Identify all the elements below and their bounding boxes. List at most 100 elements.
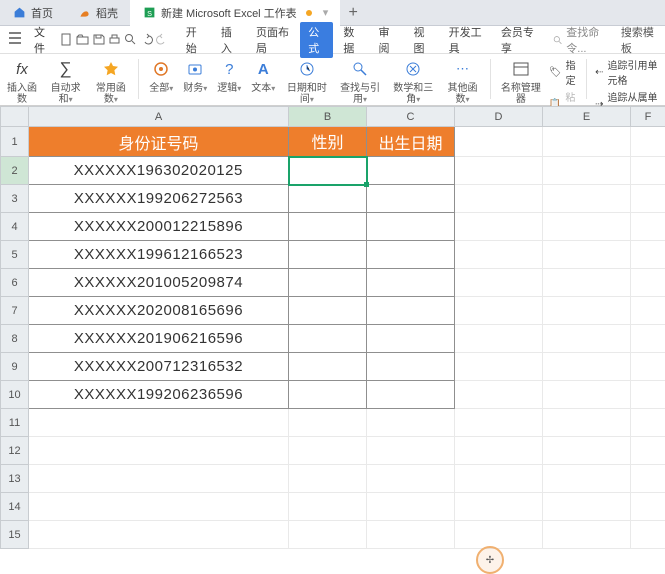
cell-F12[interactable] <box>631 437 665 465</box>
cell-F7[interactable] <box>631 297 665 325</box>
all-functions-button[interactable]: 全部▾ <box>147 57 175 94</box>
row-header-7[interactable]: 7 <box>1 297 29 325</box>
ribbon-tab-0[interactable]: 开始 <box>178 24 211 56</box>
cell-F9[interactable] <box>631 353 665 381</box>
define-name-button[interactable]: 🏷指定 <box>549 57 578 87</box>
cell-B7[interactable] <box>289 297 367 325</box>
cell-F11[interactable] <box>631 409 665 437</box>
preview-icon[interactable] <box>123 31 137 49</box>
cell-D3[interactable] <box>455 185 543 213</box>
cell-D14[interactable] <box>455 493 543 521</box>
cell-D7[interactable] <box>455 297 543 325</box>
row-header-1[interactable]: 1 <box>1 127 29 157</box>
tab-menu-icon[interactable]: ▾ <box>323 6 329 19</box>
more-functions-button[interactable]: ⋯ 其他函数▾ <box>443 57 482 105</box>
lookup-button[interactable]: 查找与引用▾ <box>336 57 383 105</box>
undo-icon[interactable] <box>139 31 153 49</box>
cell-A15[interactable] <box>29 521 289 549</box>
cell-A2[interactable]: XXXXXX196302020125 <box>29 157 289 185</box>
cell-D2[interactable] <box>455 157 543 185</box>
row-header-5[interactable]: 5 <box>1 241 29 269</box>
row-header-12[interactable]: 12 <box>1 437 29 465</box>
cell-C4[interactable] <box>367 213 455 241</box>
col-header-D[interactable]: D <box>455 107 543 127</box>
cell-B14[interactable] <box>289 493 367 521</box>
ribbon-tab-6[interactable]: 视图 <box>406 24 439 56</box>
menu-icon[interactable] <box>4 32 26 47</box>
cell-A4[interactable]: XXXXXX200012215896 <box>29 213 289 241</box>
cell-F6[interactable] <box>631 269 665 297</box>
search-commands[interactable]: 查找命令... <box>547 24 613 56</box>
cell-E10[interactable] <box>543 381 631 409</box>
cell-A5[interactable]: XXXXXX199612166523 <box>29 241 289 269</box>
cell-F4[interactable] <box>631 213 665 241</box>
cell-B4[interactable] <box>289 213 367 241</box>
search-templates[interactable]: 搜索模板 <box>615 24 661 56</box>
cell-F13[interactable] <box>631 465 665 493</box>
row-header-10[interactable]: 10 <box>1 381 29 409</box>
cell-C9[interactable] <box>367 353 455 381</box>
autosum-button[interactable]: ∑ 自动求和▾ <box>46 57 85 105</box>
ribbon-tab-2[interactable]: 页面布局 <box>248 24 298 56</box>
cell-E1[interactable] <box>543 127 631 157</box>
cell-B1[interactable]: 性别 <box>289 127 367 157</box>
cell-E6[interactable] <box>543 269 631 297</box>
open-icon[interactable] <box>75 31 89 49</box>
ribbon-tab-8[interactable]: 会员专享 <box>493 24 543 56</box>
row-header-9[interactable]: 9 <box>1 353 29 381</box>
cell-E4[interactable] <box>543 213 631 241</box>
cell-B15[interactable] <box>289 521 367 549</box>
cell-F3[interactable] <box>631 185 665 213</box>
trace-precedents-button[interactable]: ⇠追踪引用单元格 <box>595 57 661 87</box>
cell-D13[interactable] <box>455 465 543 493</box>
cell-C7[interactable] <box>367 297 455 325</box>
cell-F8[interactable] <box>631 325 665 353</box>
print-icon[interactable] <box>107 31 121 49</box>
row-header-8[interactable]: 8 <box>1 325 29 353</box>
cell-D6[interactable] <box>455 269 543 297</box>
cell-E9[interactable] <box>543 353 631 381</box>
math-button[interactable]: 数学和三角▾ <box>390 57 437 105</box>
cell-F2[interactable] <box>631 157 665 185</box>
spreadsheet-grid[interactable]: A B C D E F 1 身份证号码 性别 出生日期 2 XXXXXX1963… <box>0 106 665 549</box>
col-header-E[interactable]: E <box>543 107 631 127</box>
ribbon-tab-3[interactable]: 公式 <box>300 22 333 58</box>
cell-C5[interactable] <box>367 241 455 269</box>
cell-E12[interactable] <box>543 437 631 465</box>
cell-B9[interactable] <box>289 353 367 381</box>
cell-D15[interactable] <box>455 521 543 549</box>
tab-shell[interactable]: 稻壳 <box>65 0 130 26</box>
cell-A1[interactable]: 身份证号码 <box>29 127 289 157</box>
cell-B12[interactable] <box>289 437 367 465</box>
row-header-11[interactable]: 11 <box>1 409 29 437</box>
cell-B11[interactable] <box>289 409 367 437</box>
cell-A6[interactable]: XXXXXX201005209874 <box>29 269 289 297</box>
cell-B8[interactable] <box>289 325 367 353</box>
col-header-B[interactable]: B <box>289 107 367 127</box>
cell-A12[interactable] <box>29 437 289 465</box>
row-header-6[interactable]: 6 <box>1 269 29 297</box>
cell-A14[interactable] <box>29 493 289 521</box>
cell-F15[interactable] <box>631 521 665 549</box>
cell-D9[interactable] <box>455 353 543 381</box>
cell-E5[interactable] <box>543 241 631 269</box>
cell-A8[interactable]: XXXXXX201906216596 <box>29 325 289 353</box>
cell-C6[interactable] <box>367 269 455 297</box>
datetime-button[interactable]: 日期和时间▾ <box>283 57 330 105</box>
file-menu[interactable]: 文件 <box>28 24 57 56</box>
cell-F14[interactable] <box>631 493 665 521</box>
name-manager-button[interactable]: 名称管理器 <box>499 57 543 105</box>
cell-C2[interactable] <box>367 157 455 185</box>
cell-F10[interactable] <box>631 381 665 409</box>
cell-E2[interactable] <box>543 157 631 185</box>
ribbon-tab-1[interactable]: 插入 <box>213 24 246 56</box>
cell-A7[interactable]: XXXXXX202008165696 <box>29 297 289 325</box>
row-header-3[interactable]: 3 <box>1 185 29 213</box>
cell-C3[interactable] <box>367 185 455 213</box>
cell-E13[interactable] <box>543 465 631 493</box>
cell-C13[interactable] <box>367 465 455 493</box>
cell-B10[interactable] <box>289 381 367 409</box>
cell-E11[interactable] <box>543 409 631 437</box>
cell-A13[interactable] <box>29 465 289 493</box>
cell-C10[interactable] <box>367 381 455 409</box>
